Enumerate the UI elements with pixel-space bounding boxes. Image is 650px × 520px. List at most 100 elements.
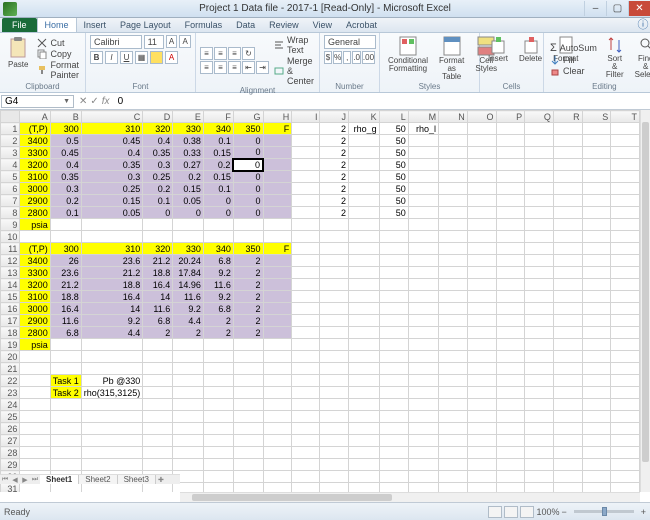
cell[interactable]: 50: [379, 195, 408, 207]
cell[interactable]: [467, 411, 496, 423]
row-header[interactable]: 7: [1, 195, 20, 207]
vertical-scrollbar[interactable]: [640, 110, 650, 492]
fill-button[interactable]: Fill: [548, 55, 599, 65]
cell[interactable]: [408, 171, 438, 183]
currency-button[interactable]: $: [324, 51, 332, 64]
sort-filter-button[interactable]: Sort & Filter: [602, 35, 628, 82]
select-all-corner[interactable]: [1, 111, 20, 123]
cell[interactable]: 0: [233, 147, 263, 159]
cell[interactable]: [320, 411, 349, 423]
cell[interactable]: [496, 291, 525, 303]
cell[interactable]: [292, 219, 320, 231]
cell[interactable]: rho_l: [408, 123, 438, 135]
zoom-slider[interactable]: [574, 510, 634, 513]
cell[interactable]: [439, 339, 468, 351]
cell[interactable]: 0.35: [81, 159, 143, 171]
cell[interactable]: 14: [143, 291, 173, 303]
cell[interactable]: [582, 147, 611, 159]
delete-cells-button[interactable]: Delete: [515, 35, 546, 82]
col-header[interactable]: F: [203, 111, 233, 123]
cell[interactable]: [467, 375, 496, 387]
col-header[interactable]: L: [379, 111, 408, 123]
cell[interactable]: [320, 387, 349, 399]
cell[interactable]: [233, 387, 263, 399]
cell[interactable]: [292, 387, 320, 399]
cell[interactable]: [203, 219, 233, 231]
tab-review[interactable]: Review: [262, 18, 306, 32]
cell[interactable]: [379, 483, 408, 493]
cell[interactable]: 0.1: [203, 135, 233, 147]
cell[interactable]: [553, 183, 582, 195]
cell[interactable]: [439, 411, 468, 423]
cell[interactable]: [467, 279, 496, 291]
cell[interactable]: [525, 267, 554, 279]
cell[interactable]: 3100: [20, 291, 50, 303]
cell[interactable]: [439, 171, 468, 183]
cell[interactable]: [611, 303, 640, 315]
cell[interactable]: 2: [233, 267, 263, 279]
cell[interactable]: 18.8: [50, 291, 81, 303]
cell[interactable]: [408, 471, 438, 483]
cell[interactable]: [203, 387, 233, 399]
underline-button[interactable]: U: [120, 51, 133, 64]
cell[interactable]: [553, 147, 582, 159]
cell[interactable]: [408, 267, 438, 279]
row-header[interactable]: 9: [1, 219, 20, 231]
cell[interactable]: [320, 219, 349, 231]
cell[interactable]: 50: [379, 135, 408, 147]
cell[interactable]: [349, 171, 380, 183]
cell[interactable]: [349, 399, 380, 411]
cell[interactable]: [525, 219, 554, 231]
cell[interactable]: 0: [233, 159, 263, 171]
cell[interactable]: [439, 123, 468, 135]
cell[interactable]: [173, 219, 204, 231]
cell[interactable]: 50: [379, 183, 408, 195]
wrap-text-button[interactable]: Wrap Text: [272, 35, 316, 55]
name-box[interactable]: G4▼: [1, 95, 74, 108]
cell[interactable]: [379, 243, 408, 255]
tab-insert[interactable]: Insert: [77, 18, 114, 32]
cell[interactable]: 0: [173, 207, 204, 219]
cell[interactable]: [611, 135, 640, 147]
cell[interactable]: [582, 267, 611, 279]
cell[interactable]: [349, 243, 380, 255]
col-header[interactable]: M: [408, 111, 438, 123]
cell[interactable]: [379, 435, 408, 447]
cell[interactable]: [525, 147, 554, 159]
cell[interactable]: [143, 351, 173, 363]
cell[interactable]: [582, 315, 611, 327]
cell[interactable]: [408, 255, 438, 267]
cell[interactable]: 0: [203, 207, 233, 219]
cell[interactable]: [379, 387, 408, 399]
cell[interactable]: [467, 471, 496, 483]
cell[interactable]: [496, 231, 525, 243]
cell[interactable]: [467, 243, 496, 255]
cell[interactable]: [408, 231, 438, 243]
cell[interactable]: [263, 171, 292, 183]
row-header[interactable]: 17: [1, 315, 20, 327]
tab-acrobat[interactable]: Acrobat: [339, 18, 384, 32]
cell[interactable]: [263, 339, 292, 351]
cell[interactable]: 310: [81, 243, 143, 255]
cell[interactable]: [81, 411, 143, 423]
cell[interactable]: [50, 435, 81, 447]
cell[interactable]: [553, 171, 582, 183]
cell[interactable]: 16.4: [50, 303, 81, 315]
cell[interactable]: 2: [320, 207, 349, 219]
cell[interactable]: [525, 351, 554, 363]
cell[interactable]: [496, 123, 525, 135]
cell[interactable]: [292, 459, 320, 471]
cell[interactable]: [496, 375, 525, 387]
cell[interactable]: [50, 351, 81, 363]
zoom-out-button[interactable]: −: [561, 507, 566, 517]
cell[interactable]: 23.6: [50, 267, 81, 279]
cell[interactable]: [496, 135, 525, 147]
cell[interactable]: 300: [50, 123, 81, 135]
cell[interactable]: [292, 327, 320, 339]
cell[interactable]: [320, 483, 349, 493]
tab-formulas[interactable]: Formulas: [178, 18, 230, 32]
cell[interactable]: [439, 459, 468, 471]
cell[interactable]: [553, 207, 582, 219]
dec-decimal-button[interactable]: .00: [362, 51, 375, 64]
cell[interactable]: [611, 339, 640, 351]
